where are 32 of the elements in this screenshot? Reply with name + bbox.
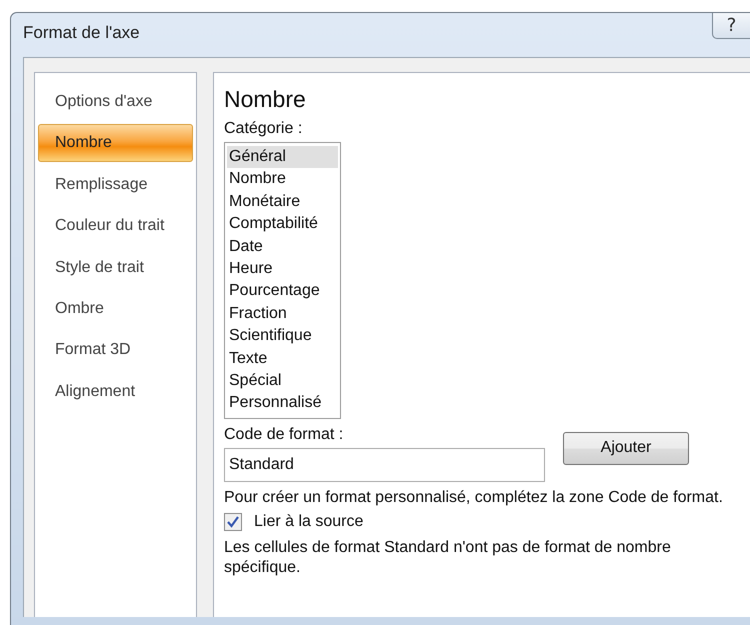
category-item[interactable]: Date — [227, 236, 338, 258]
category-item[interactable]: Nombre — [227, 168, 338, 191]
sidebar-item[interactable]: Format 3D — [38, 331, 193, 370]
format-code-label: Code de format : — [224, 424, 344, 445]
category-item[interactable]: Comptabilité — [227, 213, 338, 236]
help-button[interactable]: ? — [712, 13, 750, 39]
sidebar-item[interactable]: Remplissage — [38, 166, 193, 204]
sidebar-item[interactable]: Ombre — [38, 290, 193, 328]
sidebar-item[interactable]: Options d'axe — [38, 83, 193, 121]
link-source-label: Lier à la source — [254, 512, 364, 532]
category-list[interactable]: Général Nombre Monétaire Comptabilité Date Heure Pourcentage Fraction Scientifique Texte Spécial Personnalisé — [224, 142, 341, 419]
category-item[interactable]: Général — [227, 146, 338, 168]
category-item[interactable]: Pourcentage — [227, 280, 338, 303]
section-heading: Nombre — [224, 85, 307, 113]
link-source-checkbox[interactable] — [224, 512, 242, 531]
sidebar-item[interactable]: Nombre — [38, 124, 193, 162]
sidebar-item[interactable]: Style de trait — [38, 248, 193, 287]
sidebar-item[interactable]: Couleur du trait — [38, 207, 193, 246]
category-item[interactable]: Fraction — [227, 302, 338, 326]
category-item[interactable]: Heure — [227, 258, 338, 280]
add-button[interactable]: Ajouter — [563, 432, 689, 465]
sidebar-item[interactable]: Alignement — [38, 372, 193, 411]
category-item[interactable]: Monétaire — [227, 190, 338, 214]
window-title: Format de l'axe — [22, 22, 140, 43]
category-item[interactable]: Spécial — [227, 370, 338, 392]
category-item[interactable]: Texte — [227, 348, 338, 370]
format-code-field[interactable]: Standard — [224, 448, 545, 482]
hint-text: Pour créer un format personnalisé, complétez la zone Code de format. — [224, 488, 724, 508]
category-item[interactable]: Personnalisé — [227, 392, 338, 415]
note-text: Les cellules de format Standard n'ont pas de format de nombre spécifique. — [224, 538, 672, 578]
category-label: Catégorie : — [224, 119, 304, 139]
category-item[interactable]: Scientifique — [227, 325, 338, 348]
